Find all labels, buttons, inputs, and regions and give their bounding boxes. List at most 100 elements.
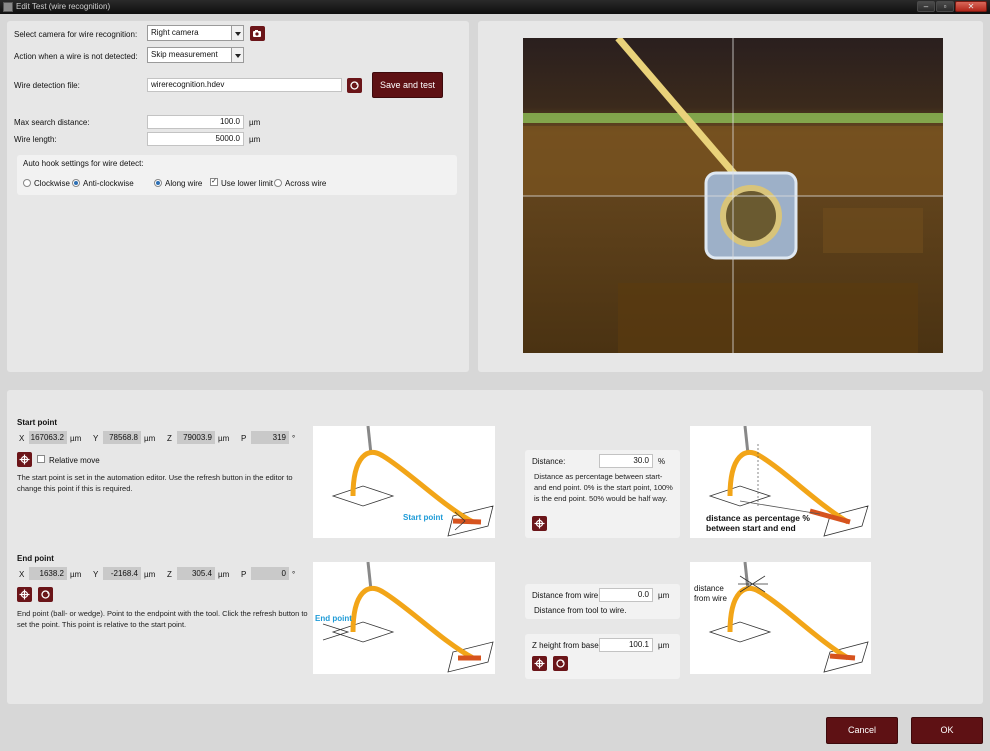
relative-move-checkbox[interactable]	[37, 455, 45, 463]
max-search-input[interactable]: 100.0	[147, 115, 244, 129]
minimize-button[interactable]: –	[917, 1, 935, 12]
chevron-down-icon	[231, 26, 243, 40]
lower-limit-label: Use lower limit	[221, 179, 274, 188]
end-p-value: 0	[251, 567, 289, 580]
camera-select-value: Right camera	[151, 28, 199, 37]
start-x-unit: µm	[70, 434, 82, 443]
reload-file-button[interactable]	[347, 78, 362, 93]
crosshair-icon	[534, 658, 545, 669]
end-p-unit: °	[292, 570, 296, 579]
start-y-label: Y	[93, 434, 99, 443]
settings-panel: Select camera for wire recognition: Righ…	[7, 21, 469, 372]
lower-limit-checkbox[interactable]: ✓	[210, 178, 218, 186]
start-x-value: 167063.2	[29, 431, 67, 444]
refresh-icon	[41, 590, 50, 599]
z-height-group: Z height from base 100.1 µm	[525, 634, 680, 679]
end-move-to-button[interactable]	[17, 587, 32, 602]
distance-from-wire-input[interactable]: 0.0	[599, 588, 653, 602]
anticlockwise-radio[interactable]	[72, 179, 80, 187]
start-move-to-button[interactable]	[17, 452, 32, 467]
crosshair-icon	[534, 518, 545, 529]
distance-from-wire-group: Distance from wire 0.0 µm Distance from …	[525, 584, 680, 619]
distance-from-wire-caption-2: from wire	[694, 594, 727, 603]
action-label: Action when a wire is not detected:	[14, 52, 138, 61]
save-and-test-button[interactable]: Save and test	[372, 72, 443, 98]
wire-length-label: Wire length:	[14, 135, 57, 144]
ok-button[interactable]: OK	[911, 717, 983, 744]
distance-from-wire-caption-1: distance	[694, 584, 724, 593]
along-wire-radio[interactable]	[154, 179, 162, 187]
z-height-unit: µm	[658, 641, 670, 650]
start-z-unit: µm	[218, 434, 230, 443]
max-search-label: Max search distance:	[14, 118, 90, 127]
end-y-unit: µm	[144, 570, 156, 579]
maximize-button[interactable]: ▫	[936, 1, 954, 12]
start-point-title: Start point	[17, 418, 57, 427]
start-z-value: 79003.9	[177, 431, 215, 444]
camera-select[interactable]: Right camera	[147, 25, 244, 41]
distance-description: Distance as percentage between start- an…	[534, 472, 673, 503]
file-label: Wire detection file:	[14, 81, 80, 90]
distance-input[interactable]: 30.0	[599, 454, 653, 468]
distance-from-wire-description: Distance from tool to wire.	[534, 606, 627, 615]
start-p-unit: °	[292, 434, 296, 443]
close-button[interactable]: ✕	[955, 1, 987, 12]
cancel-button[interactable]: Cancel	[826, 717, 898, 744]
start-y-unit: µm	[144, 434, 156, 443]
end-p-label: P	[241, 570, 247, 579]
across-wire-radio[interactable]	[274, 179, 282, 187]
end-point-title: End point	[17, 554, 54, 563]
action-select-value: Skip measurement	[151, 50, 218, 59]
camera-settings-button[interactable]	[250, 26, 265, 41]
title-bar: Edit Test (wire recognition) – ▫ ✕	[0, 0, 990, 14]
distance-from-wire-diagram: distance from wire	[690, 561, 871, 674]
end-point-description: End point (ball- or wedge). Point to the…	[17, 609, 308, 629]
z-height-input[interactable]: 100.1	[599, 638, 653, 652]
distance-unit: %	[658, 457, 666, 466]
start-point-caption: Start point	[403, 513, 443, 522]
z-height-move-to-button[interactable]	[532, 656, 547, 671]
autohook-title: Auto hook settings for wire detect:	[23, 159, 144, 168]
clockwise-label: Clockwise	[34, 179, 71, 188]
wire-length-input[interactable]: 5000.0	[147, 132, 244, 146]
autohook-group: Auto hook settings for wire detect: Cloc…	[17, 155, 457, 195]
z-height-refresh-button[interactable]	[553, 656, 568, 671]
wire-length-unit: µm	[249, 135, 261, 144]
start-point-description: The start point is set in the automation…	[17, 473, 293, 493]
file-input[interactable]: wirerecognition.hdev	[147, 78, 342, 92]
camera-icon	[253, 30, 261, 37]
start-p-value: 319	[251, 431, 289, 444]
relative-move-label: Relative move	[49, 456, 100, 465]
start-p-label: P	[241, 434, 247, 443]
distance-caption-1: distance as percentage %	[706, 513, 810, 523]
dialog-body: Select camera for wire recognition: Righ…	[0, 14, 990, 751]
distance-diagram: distance as percentage % between start a…	[690, 425, 871, 538]
end-z-value: 305.4	[177, 567, 215, 580]
app-icon	[3, 2, 13, 12]
distance-group: Distance: 30.0 % Distance as percentage …	[525, 450, 680, 538]
end-x-unit: µm	[70, 570, 82, 579]
clockwise-radio[interactable]	[23, 179, 31, 187]
end-z-unit: µm	[218, 570, 230, 579]
camera-label: Select camera for wire recognition:	[14, 30, 138, 39]
end-y-label: Y	[93, 570, 99, 579]
wire-diagram-distance-from-wire	[708, 561, 869, 673]
end-point-caption: End point	[315, 614, 352, 623]
end-x-label: X	[19, 570, 25, 579]
camera-image	[523, 38, 943, 353]
along-wire-label: Along wire	[165, 179, 203, 188]
action-select[interactable]: Skip measurement	[147, 47, 244, 63]
distance-caption-2: between start and end	[706, 523, 796, 533]
refresh-icon	[556, 659, 565, 668]
z-height-label: Z height from base	[532, 641, 599, 650]
end-y-value: -2168.4	[103, 567, 141, 580]
crosshair-icon	[19, 454, 30, 465]
start-point-diagram: Start point	[313, 425, 495, 538]
end-x-value: 1638.2	[29, 567, 67, 580]
chevron-down-icon	[231, 48, 243, 62]
end-refresh-button[interactable]	[38, 587, 53, 602]
distance-move-to-button[interactable]	[532, 516, 547, 531]
window-title: Edit Test (wire recognition)	[16, 2, 111, 11]
crosshair-icon	[19, 589, 30, 600]
distance-from-wire-label: Distance from wire	[532, 591, 599, 600]
